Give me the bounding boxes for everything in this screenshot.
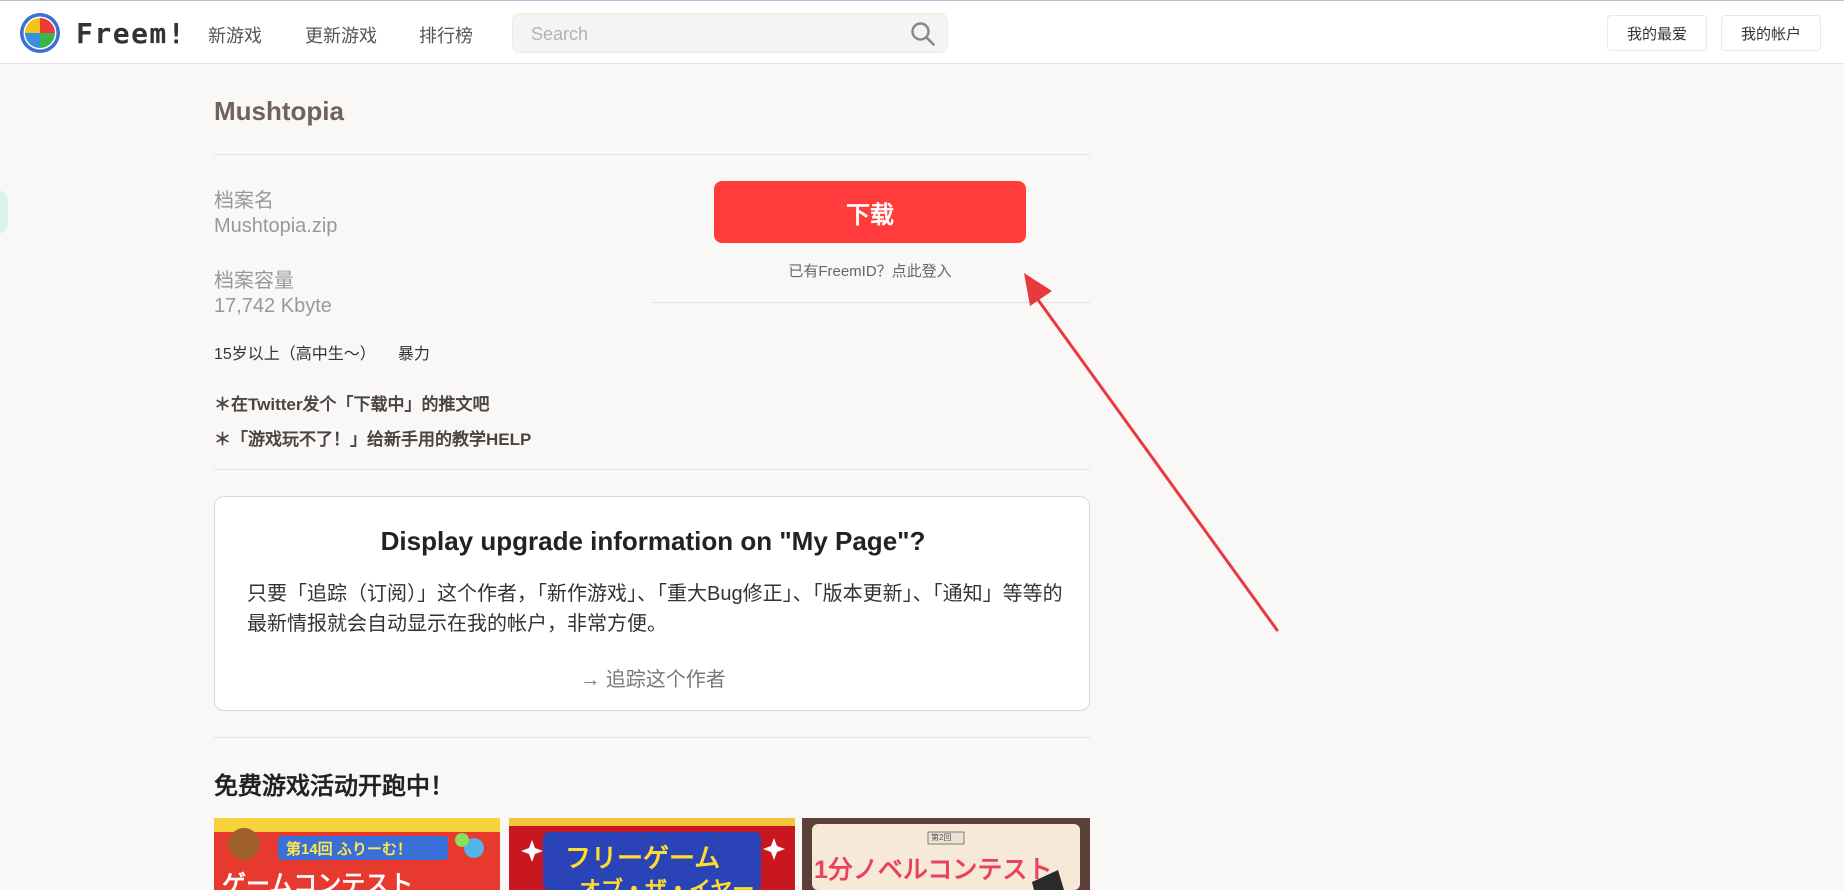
upgrade-info-box: Display upgrade information on "My Page"…: [214, 496, 1090, 711]
top-navigation-bar: Freem! 新游戏 更新游戏 排行榜 我的最爱 我的帐户: [0, 0, 1844, 64]
download-button[interactable]: 下载: [714, 181, 1026, 243]
contest-banner-2[interactable]: フリーゲーム オブ・ザ・イヤー: [509, 818, 795, 890]
banner-headline: フリーゲーム: [565, 843, 721, 873]
help-link[interactable]: ＊「游戏玩不了！」给新手用的教学HELP: [214, 425, 531, 450]
divider: [214, 737, 1090, 738]
search-input[interactable]: [531, 22, 891, 46]
banner-subtitle: オブ・ザ・イヤー: [579, 877, 755, 890]
divider: [214, 469, 1090, 470]
login-link[interactable]: 已有FreemID？点此登入: [714, 260, 1026, 281]
file-size-label: 档案容量: [214, 270, 294, 292]
game-title: Mushtopia: [214, 96, 344, 126]
file-name-value: Mushtopia.zip: [214, 215, 338, 237]
banner-headline: 1分ノベルコンテスト: [814, 856, 1053, 884]
logo-text[interactable]: Freem!: [76, 17, 186, 50]
contest-banner-1[interactable]: 第14回 ふりーむ！ ゲームコンテスト: [214, 818, 500, 890]
campaign-title: 免费游戏活动开跑中！: [214, 773, 454, 800]
nav-ranking[interactable]: 排行榜: [419, 22, 473, 48]
file-size-value: 17,742 Kbyte: [214, 295, 332, 317]
side-widget[interactable]: [0, 190, 8, 234]
file-name-label: 档案名: [214, 190, 274, 212]
banner-subtitle: ゲームコンテスト: [222, 871, 414, 890]
age-rating-tag: 15岁以上（高中生〜）: [214, 346, 376, 363]
nav-new-games[interactable]: 新游戏: [208, 22, 262, 48]
account-button[interactable]: 我的帐户: [1721, 15, 1821, 51]
banner-badge: 第2回: [931, 833, 952, 842]
divider: [214, 154, 1090, 155]
freem-logo-icon[interactable]: [18, 11, 62, 55]
nav-updated-games[interactable]: 更新游戏: [305, 22, 377, 48]
banner-headline: 第14回 ふりーむ！: [286, 841, 412, 858]
upgrade-title: Display upgrade information on "My Page"…: [380, 526, 926, 556]
search-box: [512, 13, 948, 53]
favorites-button[interactable]: 我的最爱: [1607, 15, 1707, 51]
content-tag: 暴力: [397, 346, 430, 363]
follow-author-link[interactable]: → 追踪这个作者: [215, 663, 1091, 692]
upgrade-description: 只要「追踪（订阅）」这个作者，「新作游戏」、「重大Bug修正」、「版本更新」、「…: [247, 583, 1063, 635]
search-icon[interactable]: [910, 21, 936, 47]
twitter-share-link[interactable]: ＊在Twitter发个「下载中」的推文吧: [214, 390, 489, 415]
divider: [652, 302, 1090, 303]
rating-tags: 15岁以上（高中生〜） 暴力: [214, 340, 452, 364]
contest-banner-3[interactable]: 第2回 1分ノベルコンテスト: [802, 818, 1090, 890]
